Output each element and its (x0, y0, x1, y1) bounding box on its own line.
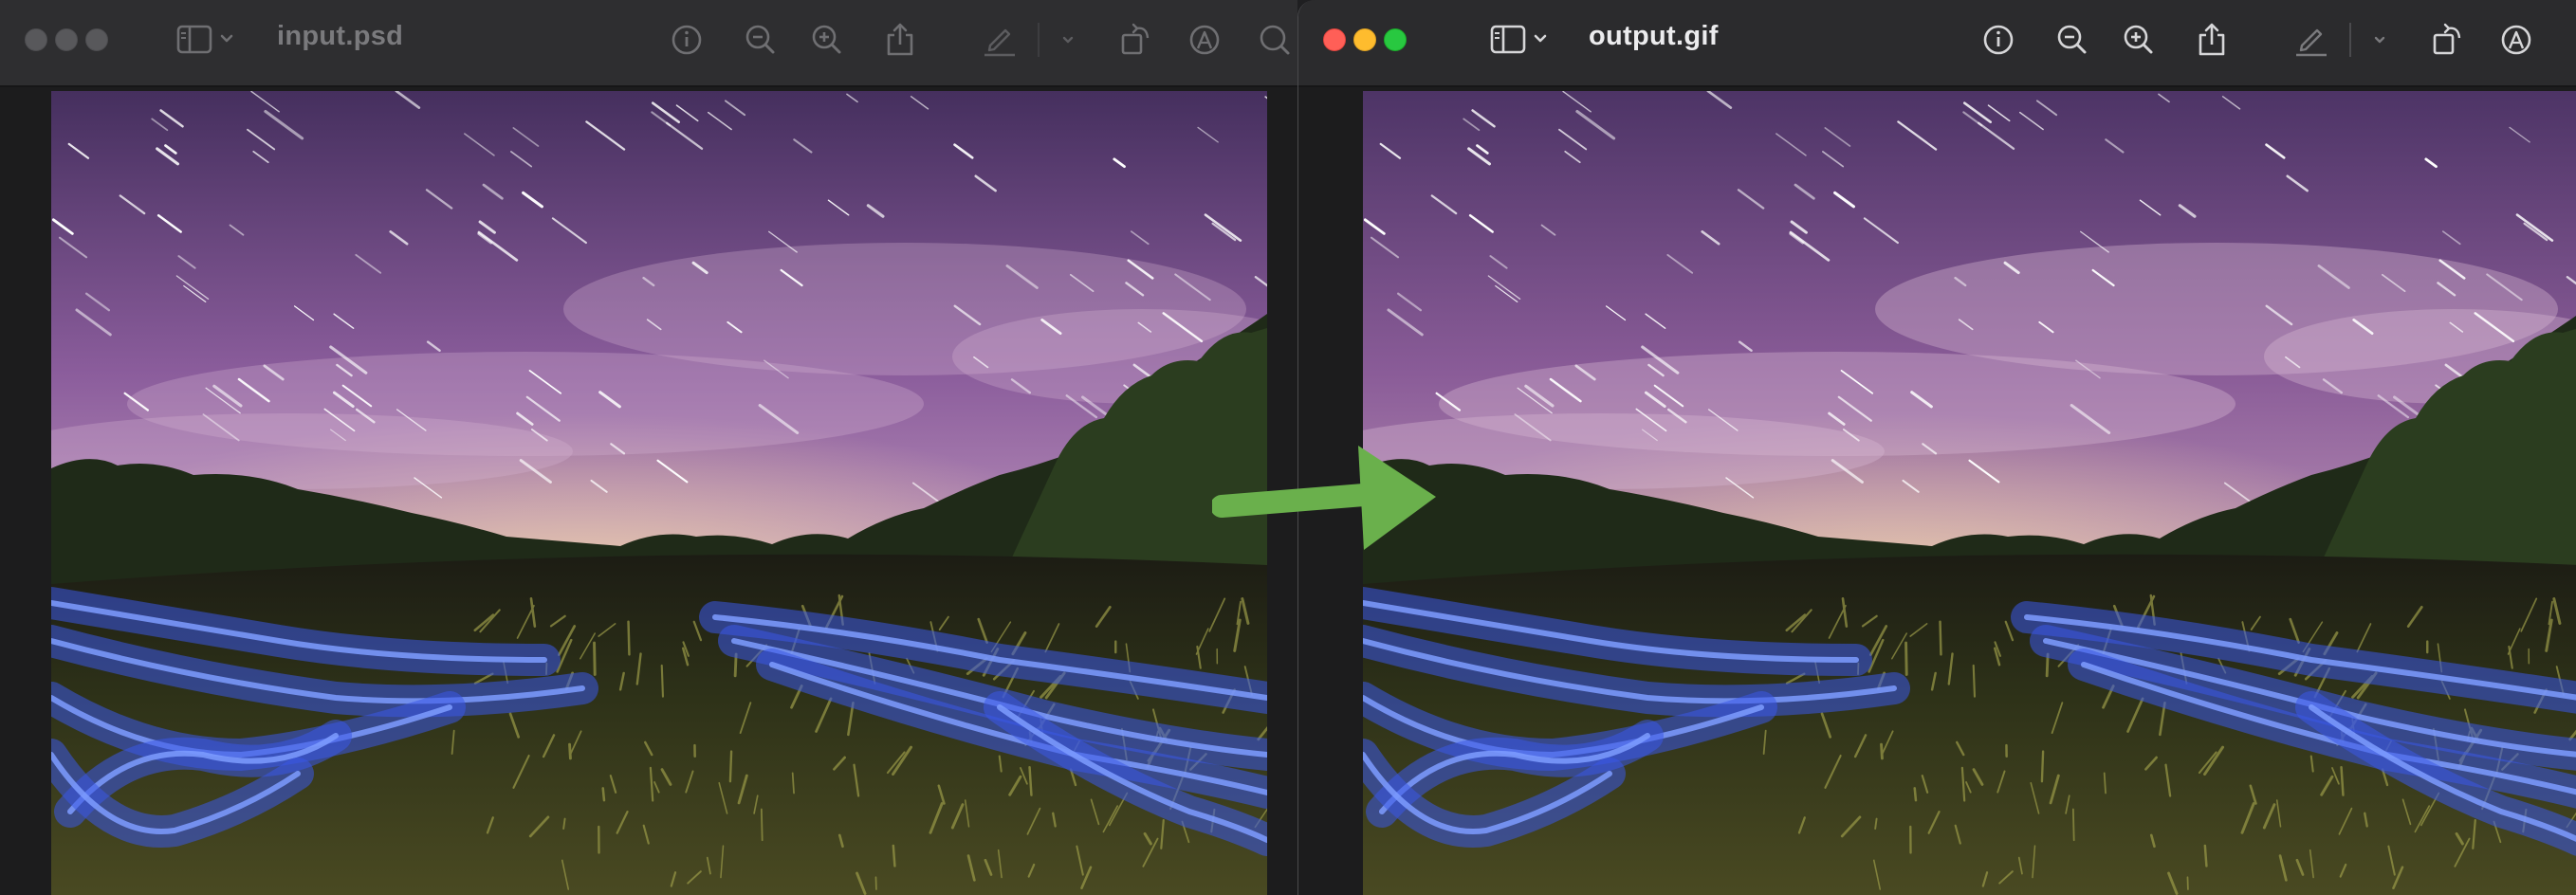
rotate-icon (1121, 23, 1150, 55)
info-button[interactable] (666, 19, 708, 61)
search-button[interactable] (1254, 19, 1296, 61)
markup-pen-icon (984, 28, 1015, 57)
sidebar-toggle-button[interactable] (1490, 23, 1556, 57)
zoom-out-icon (2057, 25, 2087, 54)
share-icon (2199, 23, 2225, 56)
zoom-in-icon (812, 25, 841, 54)
zoom-in-icon (2124, 25, 2153, 54)
zoom-button[interactable] (85, 28, 108, 51)
right-arrow-icon (1212, 446, 1436, 550)
info-icon (1983, 25, 2014, 55)
annotate-button[interactable] (1184, 19, 1225, 61)
share-button[interactable] (2192, 19, 2234, 61)
image-canvas (0, 87, 1297, 895)
markup-button[interactable] (979, 19, 1021, 61)
annotate-button[interactable] (2495, 19, 2537, 61)
image-canvas (1298, 87, 2576, 895)
zoom-in-button[interactable] (806, 19, 848, 61)
annotate-icon (2501, 25, 2531, 55)
zoom-out-button[interactable] (2052, 19, 2093, 61)
titlebar: input.psd (0, 0, 1297, 87)
markup-options-button[interactable] (1047, 19, 1089, 61)
document-title: output.gif (1589, 21, 1719, 51)
rotate-icon (2433, 23, 2461, 55)
minimize-button[interactable] (1353, 28, 1376, 51)
sidebar-toggle-icon (176, 25, 233, 54)
zoom-out-icon (745, 25, 775, 54)
sidebar-toggle-button[interactable] (176, 23, 243, 57)
share-icon (887, 23, 913, 56)
close-button[interactable] (1323, 28, 1346, 51)
document-title: input.psd (277, 21, 404, 51)
sidebar-toggle-icon (1490, 25, 1547, 54)
night-landscape-photo (1363, 91, 2576, 895)
rotate-button[interactable] (1115, 19, 1157, 61)
toolbar-divider (2349, 23, 2351, 57)
markup-pen-icon (2296, 28, 2327, 57)
markup-options-button[interactable] (2359, 19, 2401, 61)
left-preview-window: input.psd (0, 0, 1297, 895)
search-icon (1260, 25, 1290, 55)
zoom-out-button[interactable] (740, 19, 782, 61)
photo-image (51, 91, 1267, 895)
info-icon (672, 25, 702, 55)
chevron-down-icon (2374, 36, 2385, 44)
close-button[interactable] (25, 28, 47, 51)
toolbar-divider (1038, 23, 1040, 57)
zoom-in-button[interactable] (2118, 19, 2160, 61)
zoom-button[interactable] (1384, 28, 1407, 51)
rotate-button[interactable] (2427, 19, 2469, 61)
night-landscape-photo (51, 91, 1267, 895)
info-button[interactable] (1978, 19, 2019, 61)
titlebar: output.gif (1298, 0, 2576, 87)
markup-button[interactable] (2291, 19, 2332, 61)
right-preview-window: output.gif (1297, 0, 2576, 895)
share-button[interactable] (880, 19, 922, 61)
chevron-down-icon (1062, 36, 1074, 44)
annotate-icon (1189, 25, 1220, 55)
minimize-button[interactable] (55, 28, 78, 51)
photo-image (1363, 91, 2576, 895)
